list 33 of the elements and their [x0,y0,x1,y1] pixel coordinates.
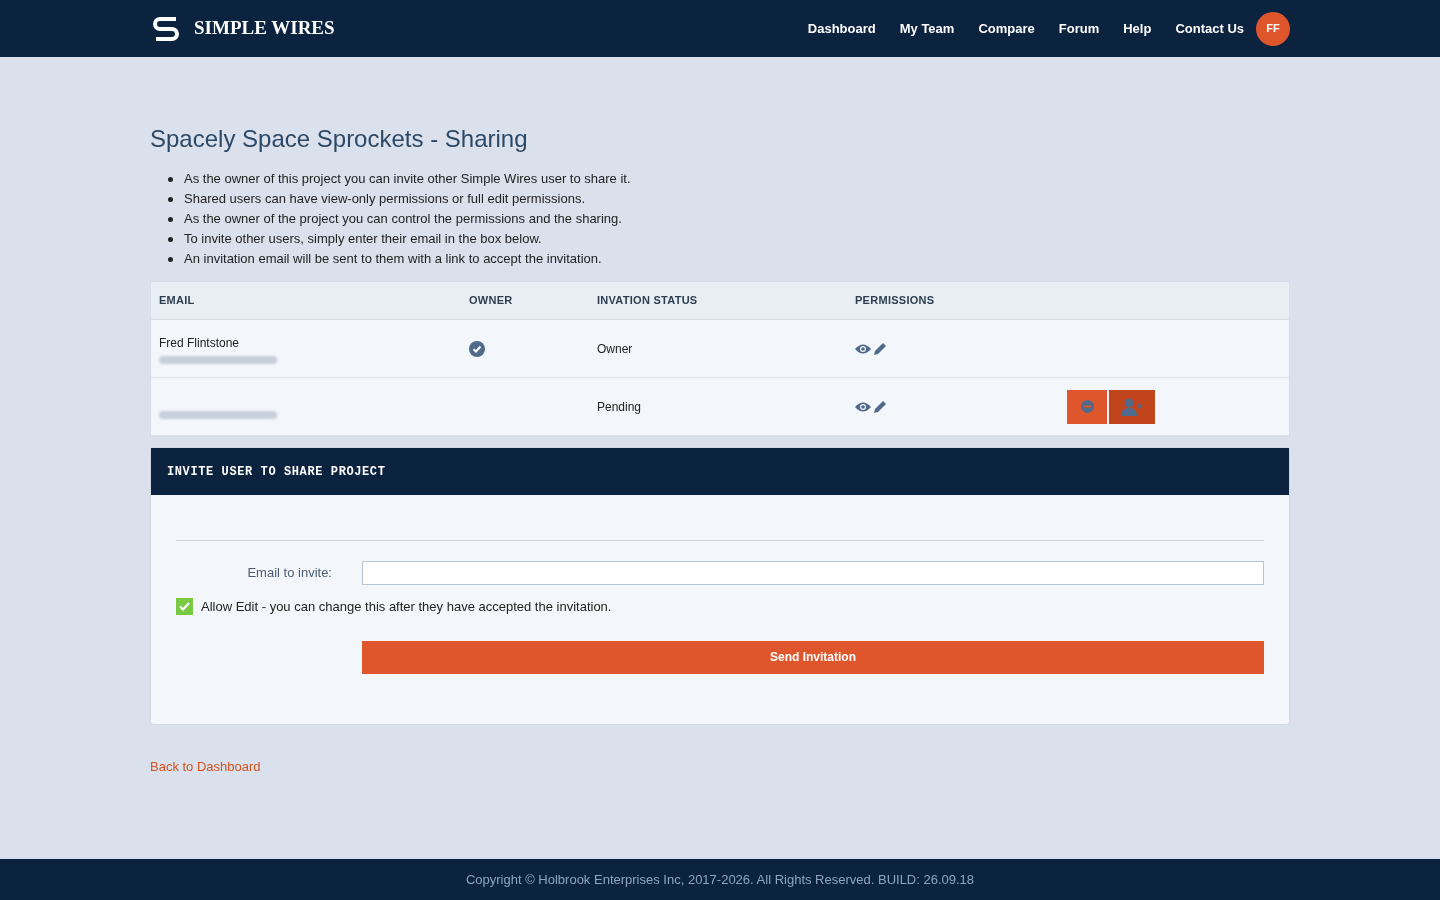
nav-link[interactable]: Forum [1058,18,1100,39]
panel-heading: INVITE USER TO SHARE PROJECT [167,463,386,481]
nav-link[interactable]: Dashboard [807,18,876,39]
status-text: Pending [597,399,642,414]
send-invitation-button[interactable]: Send Invitation [362,640,1264,674]
copyright-text: Copyright © Holbrook Enterprises Inc, 2017-2026. All Rights Reserved. BUILD: 26.09.18 [465,870,975,889]
info-text: As the owner of the project you can control the permissions and the sharing. [184,210,622,228]
nav-link[interactable]: Help [1123,18,1152,39]
remove-user-button[interactable] [1109,389,1155,424]
brand-name[interactable]: SIMPLE WIRES [194,14,335,43]
user-name: Fred Flintstone [159,334,241,352]
user-x-icon [1121,397,1143,416]
check-icon [179,602,190,612]
column-header: PERMISSIONS [855,294,935,307]
info-text: To invite other users, simply enter their email in the box below. [184,230,542,248]
remove-button[interactable] [1067,389,1107,424]
minus-circle-icon [1080,400,1094,413]
email-input[interactable] [362,561,1264,585]
info-text: Shared users can have view-only permissions or full edit permissions. [184,190,585,208]
nav-link[interactable]: Contact Us [1175,18,1244,39]
info-text: An invitation email will be sent to them with a link to accept the invitation. [184,250,602,268]
nav-link[interactable]: Compare [978,18,1035,39]
allow-edit-checkbox[interactable] [176,598,193,616]
column-header: EMAIL [159,294,195,307]
info-text: As the owner of this project you can invite other Simple Wires user to share it. [184,170,631,188]
email-label: Email to invite: [246,564,332,583]
status-text: Owner [597,341,633,356]
page-title: Spacely Space Sprockets - Sharing [150,124,529,154]
user-avatar[interactable]: FF [1256,11,1290,46]
nav-link[interactable]: My Team [899,18,955,39]
column-header: INVATION STATUS [597,294,698,307]
column-header: OWNER [469,294,513,307]
allow-edit-label: Allow Edit - you can change this after they have accepted the invitation. [201,598,612,616]
